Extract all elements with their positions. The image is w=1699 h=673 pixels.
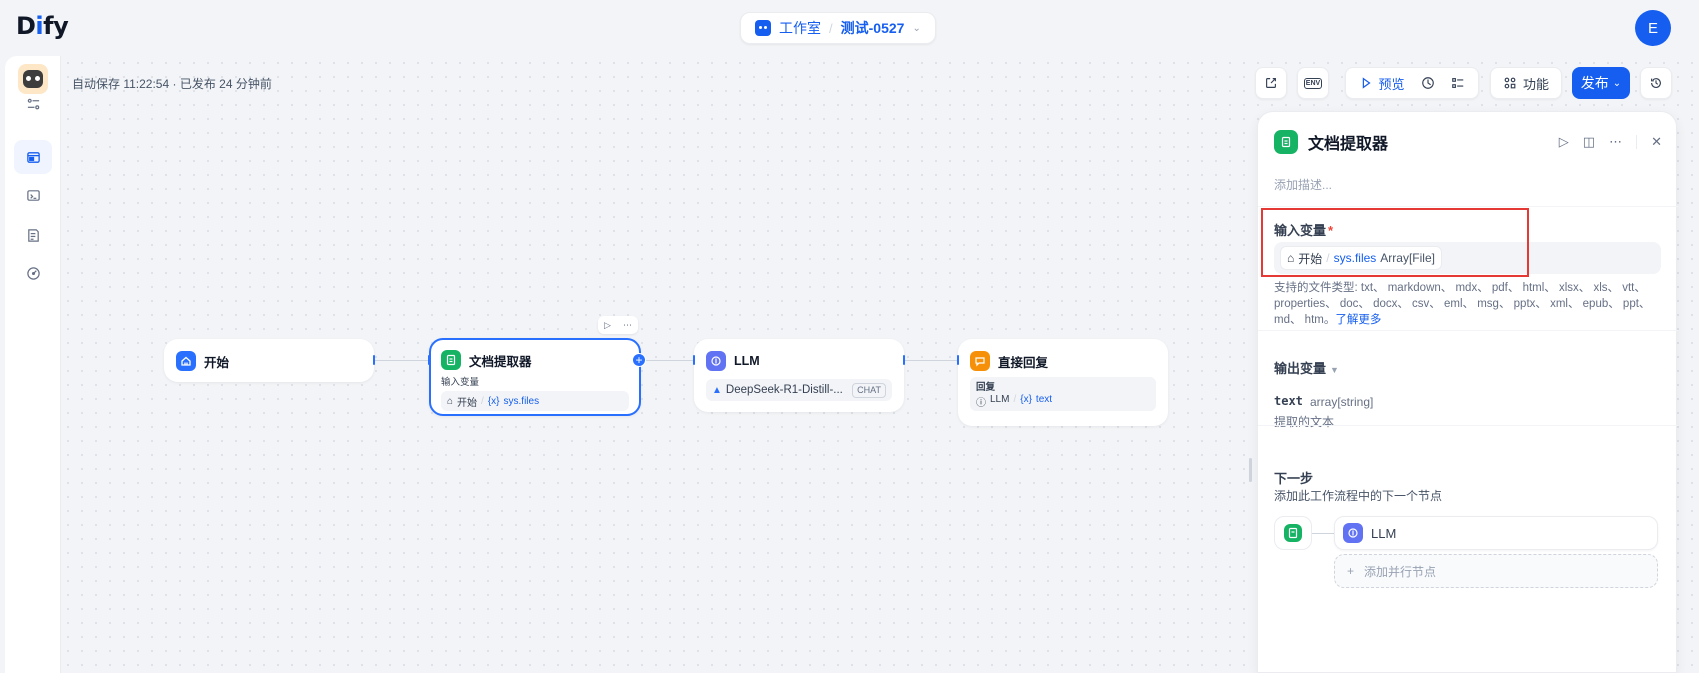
publish-button[interactable]: 发布 ⌄ (1572, 67, 1630, 99)
autosave-status: 自动保存 11:22:54 · 已发布 24 分钟前 (72, 77, 272, 91)
preview-label: 预览 (1378, 76, 1405, 92)
reply-icon (970, 351, 990, 371)
next-node-llm[interactable]: LLM (1334, 516, 1658, 550)
doc-extractor-input-var: ⌂ 开始 / {x} sys.files (441, 391, 629, 411)
node-config-panel: 文档提取器 ▷ ◫ ⋯ ✕ 添加描述... 输入变量 * ⌂ 开始 / sys.f… (1257, 111, 1678, 673)
edge-llm-answer[interactable] (903, 360, 957, 361)
model-provider-icon: ▲ (712, 384, 722, 396)
run-history-button[interactable] (1413, 70, 1443, 96)
llm-target-handle[interactable] (693, 355, 695, 365)
home-icon: ⌂ (447, 395, 454, 407)
env-variables-button[interactable]: ENV (1297, 67, 1329, 99)
more-icon[interactable]: ⋯ (623, 320, 632, 331)
answer-target-handle[interactable] (957, 355, 959, 365)
features-label: 功能 (1522, 76, 1549, 92)
close-icon[interactable]: ✕ (1651, 134, 1662, 150)
add-parallel-label: 添加并行节点 (1364, 564, 1437, 579)
start-node[interactable]: 开始 (164, 339, 374, 382)
dify-logo[interactable]: Dify (16, 12, 69, 40)
current-node-mini (1274, 516, 1312, 550)
run-step-icon[interactable]: ▷ (1559, 134, 1569, 150)
edge-doc-llm[interactable] (640, 360, 694, 361)
home-icon (176, 351, 196, 371)
document-icon (1284, 524, 1302, 542)
llm-source-handle[interactable] (903, 355, 905, 365)
studio-link[interactable]: 工作室 (779, 18, 821, 38)
features-button[interactable]: 功能 (1490, 67, 1562, 99)
doc-extractor-target-handle[interactable] (428, 355, 430, 365)
node-mini-toolbar: ▷ ⋯ (598, 316, 638, 334)
orchestrate-nav-icon[interactable] (14, 140, 52, 174)
panel-title[interactable]: 文档提取器 (1308, 130, 1388, 154)
collapse-triangle-icon: ▼ (1330, 365, 1339, 375)
start-node-source-handle[interactable] (373, 355, 375, 365)
checklist-button[interactable] (1443, 70, 1473, 96)
preview-button[interactable]: 预览 (1351, 70, 1412, 96)
run-node-icon[interactable]: ▷ (604, 320, 611, 331)
answer-node-title: 直接回复 (998, 355, 1049, 370)
chevron-down-icon: ⌄ (1612, 77, 1622, 89)
next-node-title: LLM (1371, 525, 1397, 541)
supported-file-types: 支持的文件类型: txt、 markdown、 mdx、 pdf、 html、 … (1274, 282, 1651, 326)
app-sidebar (5, 56, 61, 673)
chevron-down-icon[interactable]: ⌄ (912, 23, 920, 34)
llm-icon (706, 351, 726, 371)
edge-start-doc[interactable] (374, 360, 430, 361)
add-node-plus-icon[interactable]: + (632, 353, 646, 367)
app-name[interactable]: 测试-0527 (841, 18, 905, 38)
branch-connector (1312, 533, 1334, 534)
env-icon: ENV (1303, 77, 1323, 89)
document-icon (1274, 130, 1298, 154)
answer-reply-block: 回复 ⓘ LLM / {x} text (970, 377, 1156, 411)
output-variable-label[interactable]: 输出变量 ▼ (1274, 358, 1339, 377)
llm-node-title: LLM (734, 354, 760, 368)
doc-extractor-node[interactable]: 文档提取器 输入变量 ⌂ 开始 / {x} sys.files (429, 338, 641, 416)
toggle-sidebar-icon[interactable] (14, 92, 52, 116)
robot-icon (755, 20, 771, 36)
llm-node[interactable]: LLM ▲ DeepSeek-R1-Distill-... CHAT (694, 339, 904, 412)
llm-mode-tag: CHAT (852, 382, 886, 398)
plus-icon: + (1347, 564, 1355, 578)
publish-label: 发布 (1580, 75, 1609, 91)
top-bar: Dify 工作室 / 测试-0527 ⌄ E (0, 0, 1699, 54)
divider (1258, 206, 1678, 207)
description-input[interactable]: 添加描述... (1274, 176, 1332, 193)
run-toolbar: 预览 (1345, 67, 1479, 99)
app-icon[interactable] (18, 64, 48, 94)
monitoring-nav-icon[interactable] (14, 256, 52, 290)
next-step-description: 添加此工作流程中的下一个节点 (1274, 489, 1443, 503)
doc-extractor-node-title: 文档提取器 (469, 354, 532, 369)
divider (1258, 330, 1678, 331)
panel-resize-handle[interactable] (1249, 458, 1252, 482)
help-doc-icon[interactable]: ◫ (1583, 134, 1595, 150)
llm-model-selector: ▲ DeepSeek-R1-Distill-... CHAT (706, 379, 892, 401)
llm-icon (1343, 523, 1363, 543)
output-var-name: text (1274, 394, 1303, 408)
import-dsl-button[interactable] (1255, 67, 1287, 99)
divider (1258, 425, 1678, 426)
llm-icon: ⓘ (976, 398, 986, 409)
answer-node[interactable]: 直接回复 回复 ⓘ LLM / {x} text (958, 339, 1168, 426)
doc-extractor-input-label: 输入变量 (441, 377, 480, 388)
add-parallel-node-button[interactable]: + 添加并行节点 (1334, 554, 1658, 588)
panel-actions: ▷ ◫ ⋯ ✕ (1559, 134, 1662, 150)
llm-model-name: DeepSeek-R1-Distill-... (725, 384, 843, 396)
answer-reply-var: ⓘ LLM / {x} text (976, 394, 1053, 409)
user-avatar[interactable]: E (1635, 10, 1671, 46)
breadcrumb-separator: / (829, 20, 833, 36)
app-switcher[interactable]: 工作室 / 测试-0527 ⌄ (740, 12, 936, 44)
more-icon[interactable]: ⋯ (1609, 134, 1622, 150)
api-access-nav-icon[interactable] (14, 178, 52, 212)
version-history-button[interactable] (1640, 67, 1672, 99)
next-step-label: 下一步 (1274, 471, 1314, 486)
answer-reply-label: 回复 (976, 382, 996, 393)
document-icon (441, 350, 461, 370)
highlight-box (1261, 208, 1529, 277)
logs-nav-icon[interactable] (14, 218, 52, 252)
start-node-title: 开始 (204, 355, 230, 370)
output-var-desc: 提取的文本 (1274, 415, 1335, 429)
learn-more-link[interactable]: 了解更多 (1335, 314, 1381, 326)
output-var-type: array[string] (1310, 395, 1374, 409)
